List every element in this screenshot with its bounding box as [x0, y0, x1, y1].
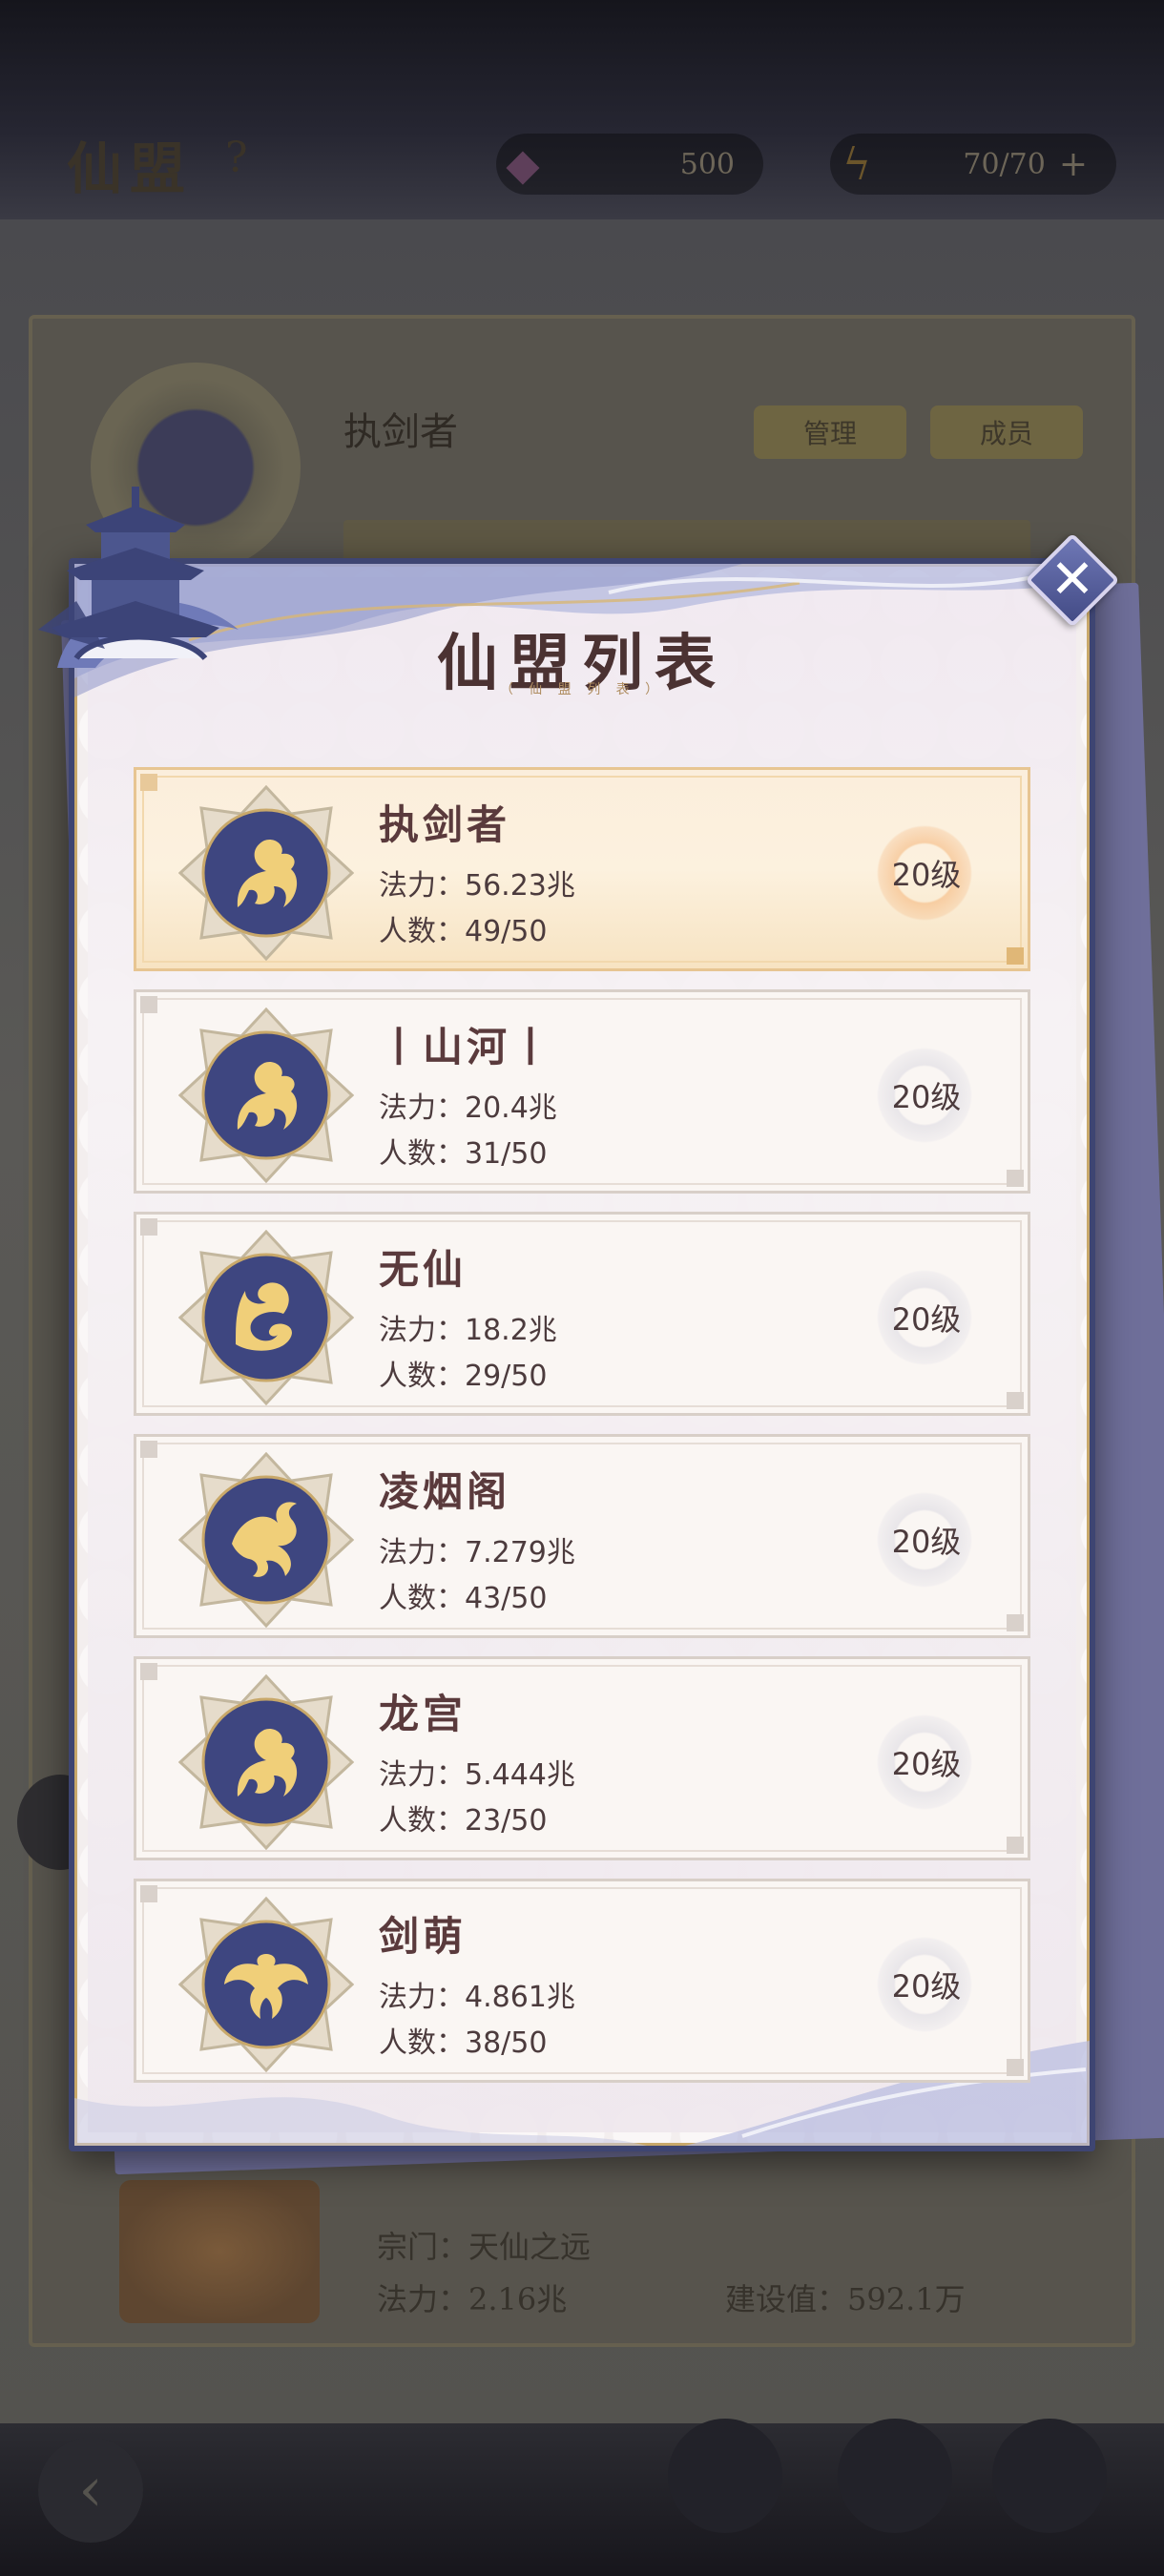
- close-icon: ✕: [1050, 549, 1095, 611]
- guild-name: 执剑者: [379, 801, 511, 848]
- members-button: 成员: [930, 405, 1083, 459]
- guild-exp-bar: [343, 520, 1030, 562]
- guild-level-badge: 20级: [877, 1048, 976, 1143]
- members-value: 29/50: [465, 1360, 548, 1393]
- guild-power: 法力：18.2兆: [379, 1306, 557, 1348]
- members-label: 人数：: [379, 1582, 465, 1615]
- members-value: 23/50: [465, 1804, 548, 1838]
- guild-level-badge: 20级: [877, 1714, 976, 1810]
- guild-level-badge: 20级: [877, 825, 976, 921]
- power-label: 法力：: [379, 869, 465, 903]
- help-icon: ?: [225, 134, 248, 182]
- power-label: 法力：: [379, 1758, 465, 1792]
- plus-icon: +: [1058, 144, 1088, 184]
- construction-label: 建设值：592.1万: [725, 2281, 966, 2317]
- members-label: 人数：: [379, 915, 465, 948]
- guild-members: 人数：38/50: [379, 2019, 547, 2061]
- power-label: 法力：2.16兆: [377, 2281, 568, 2317]
- guild-level-badge: 20级: [877, 1937, 976, 2032]
- guild-list-item[interactable]: 凌烟阁 法力：7.279兆 人数：43/50 20级: [134, 1434, 1030, 1638]
- guild-power: 法力：20.4兆: [379, 1084, 557, 1126]
- members-value: 38/50: [465, 2026, 548, 2060]
- guild-level-badge: 20级: [877, 1492, 976, 1588]
- members-value: 49/50: [465, 915, 548, 948]
- guild-list-item[interactable]: 龙宫 法力：5.444兆 人数：23/50 20级: [134, 1656, 1030, 1860]
- guild-members: 人数：31/50: [379, 1130, 547, 1172]
- power-label: 法力：: [379, 1091, 465, 1125]
- members-label: 人数：: [379, 2026, 465, 2060]
- gem-icon: ◆: [506, 138, 540, 190]
- members-label: 人数：: [379, 1137, 465, 1171]
- guild-list-item[interactable]: 无仙 法力：18.2兆 人数：29/50 20级: [134, 1212, 1030, 1416]
- power-label: 法力：: [379, 1536, 465, 1569]
- back-arrow-icon: ‹: [38, 2438, 143, 2543]
- phoenix-emblem-icon: [178, 1452, 354, 1628]
- guild-level: 20级: [891, 857, 962, 893]
- corner-decoration: [1007, 947, 1024, 965]
- guild-name: 无仙: [379, 1246, 468, 1293]
- guild-list-item[interactable]: 丨山河丨 法力：20.4兆 人数：31/50 20级: [134, 989, 1030, 1194]
- nav-icon-1: [668, 2419, 782, 2533]
- guild-level: 20级: [891, 1301, 962, 1338]
- guild-power: 法力：7.279兆: [379, 1528, 575, 1570]
- guild-list-item[interactable]: 执剑者 法力：56.23兆 人数：49/50 20级: [134, 767, 1030, 971]
- dragon-emblem-icon: [178, 1674, 354, 1850]
- guild-name: 丨山河丨: [379, 1024, 555, 1070]
- guild-members: 人数：49/50: [379, 907, 547, 949]
- screen-title: 仙盟: [67, 136, 194, 201]
- bird-emblem-icon: [178, 1897, 354, 2072]
- dragon-emblem-icon: [178, 785, 354, 961]
- power-value: 56.23兆: [465, 869, 575, 903]
- member-avatar: [119, 2180, 320, 2323]
- popup-subtitle: （ 仙 盟 列 表 ）: [499, 682, 665, 697]
- guild-list-item[interactable]: 剑萌 法力：4.861兆 人数：38/50 20级: [134, 1879, 1030, 2083]
- guild-level: 20级: [891, 1079, 962, 1115]
- dragon-emblem-icon: [178, 1008, 354, 1183]
- lightning-icon: ϟ: [842, 138, 872, 190]
- guild-members: 人数：43/50: [379, 1574, 547, 1616]
- guild-name: 剑萌: [379, 1913, 468, 1960]
- nav-icon-3: [992, 2419, 1107, 2533]
- guild-name: 凌烟阁: [379, 1468, 511, 1515]
- guild-power: 法力：56.23兆: [379, 862, 575, 904]
- guild-members: 人数：29/50: [379, 1352, 547, 1394]
- guild-level: 20级: [891, 1524, 962, 1560]
- power-value: 18.2兆: [465, 1314, 557, 1347]
- close-button[interactable]: ✕: [1025, 532, 1120, 628]
- guild-power: 法力：4.861兆: [379, 1973, 575, 2015]
- corner-decoration: [1007, 1614, 1024, 1631]
- resource-gem-counter: ◆ 500: [496, 134, 763, 195]
- power-label: 法力：: [379, 1314, 465, 1347]
- power-value: 5.444兆: [465, 1758, 575, 1792]
- members-value: 31/50: [465, 1137, 548, 1171]
- guild-members: 人数：23/50: [379, 1797, 547, 1839]
- nav-icon-2: [838, 2419, 952, 2533]
- corner-decoration: [1007, 1392, 1024, 1409]
- members-value: 43/50: [465, 1582, 548, 1615]
- resource-energy-counter: ϟ 70/70 +: [830, 134, 1116, 195]
- guild-level: 20级: [891, 1968, 962, 2005]
- members-label: 人数：: [379, 1360, 465, 1393]
- bottom-bar-background: [0, 2423, 1164, 2576]
- power-label: 法力：: [379, 1981, 465, 2014]
- sect-label: 宗门：天仙之远: [377, 2229, 592, 2265]
- corner-decoration: [1007, 1837, 1024, 1854]
- corner-decoration: [1007, 1170, 1024, 1187]
- my-guild-name: 执剑者: [343, 410, 458, 454]
- manage-button: 管理: [754, 405, 906, 459]
- guild-list: 执剑者 法力：56.23兆 人数：49/50 20级 丨山河丨 法力：20.4兆…: [134, 767, 1030, 2101]
- guild-level-badge: 20级: [877, 1270, 976, 1365]
- resource-energy-value: 70/70: [963, 147, 1046, 181]
- guild-power: 法力：5.444兆: [379, 1751, 575, 1793]
- power-value: 4.861兆: [465, 1981, 575, 2014]
- guild-level: 20级: [891, 1746, 962, 1782]
- power-value: 7.279兆: [465, 1536, 575, 1569]
- guild-name: 龙宫: [379, 1691, 468, 1737]
- corner-decoration: [1007, 2059, 1024, 2076]
- power-value: 20.4兆: [465, 1091, 557, 1125]
- members-label: 人数：: [379, 1804, 465, 1838]
- resource-gem-value: 500: [679, 147, 735, 181]
- serpent-emblem-icon: [178, 1230, 354, 1405]
